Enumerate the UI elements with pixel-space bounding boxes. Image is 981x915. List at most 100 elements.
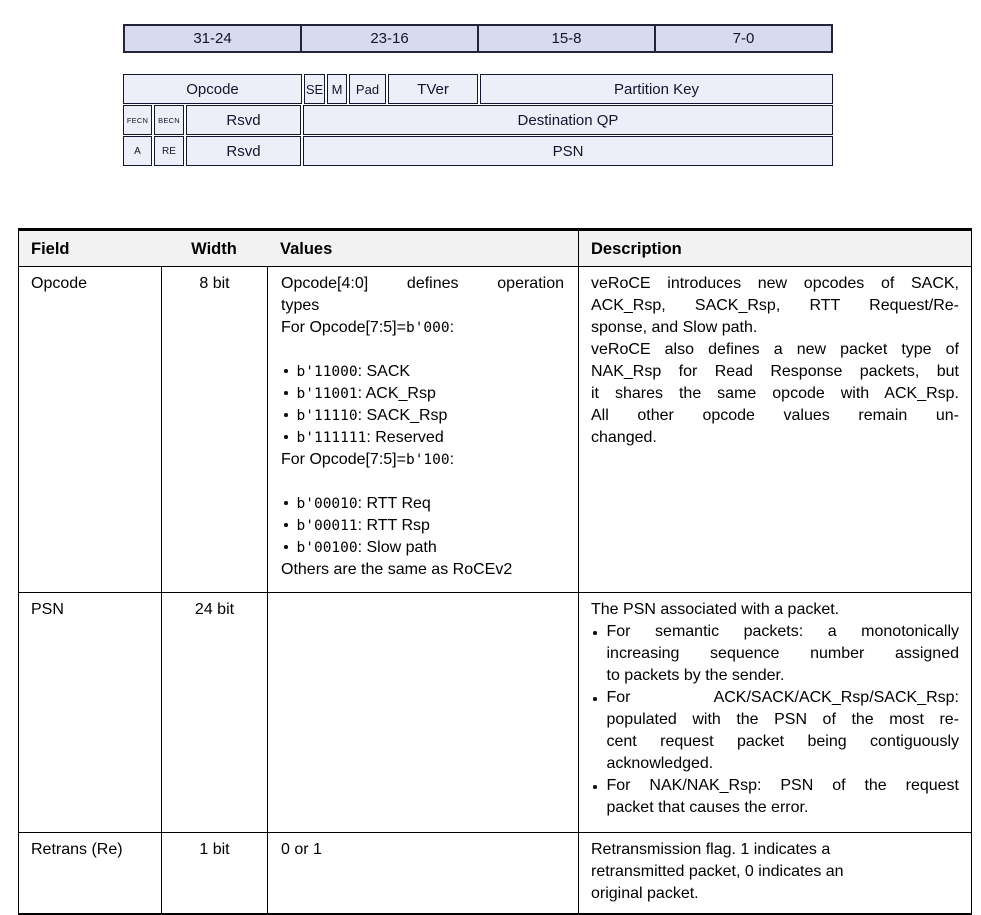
table-row-psn: PSN 24 bit The PSN associated with a pac… [19, 592, 971, 832]
cell-width-psn: 24 bit [161, 593, 267, 832]
packet-header-diagram: Opcode SE M Pad TVer Partition Key FECN … [123, 74, 833, 167]
field-fecn-cell: FECN [123, 105, 152, 135]
description-line: NAK_Rsp for Read Response packets, but [591, 363, 959, 380]
cell-description-psn: The PSN associated with a packet. For se… [578, 593, 971, 832]
opcode-binary-code: b'11000 [296, 364, 358, 380]
bit-range-23-16: 23-16 [300, 26, 477, 51]
bullet-dot [284, 369, 288, 373]
bullet-text: : Reserved [366, 429, 444, 446]
field-rsvd-cell-2: Rsvd [186, 136, 301, 166]
bullet-dot [593, 631, 597, 635]
bullet-text: : RTT Rsp [357, 517, 430, 534]
values-line: For Opcode[7:5]=b'000: [281, 317, 564, 339]
for-prefix: For Opcode[7:5]= [281, 451, 406, 468]
field-pad-cell: Pad [349, 74, 386, 104]
field-psn-cell: PSN [303, 136, 833, 166]
description-line: Retransmission flag. 1 indicates a [591, 841, 831, 858]
opcode-binary-code: b'11001 [296, 386, 358, 402]
field-opcode-cell: Opcode [123, 74, 302, 104]
table-row-retrans: Retrans (Re) 1 bit 0 or 1 Retransmission… [19, 832, 971, 913]
description-line: increasing sequence number assigned [606, 645, 960, 662]
bit-range-header: 31-24 23-16 15-8 7-0 [123, 24, 833, 53]
cell-description-opcode: veRoCE introduces new opcodes of SACK, A… [578, 267, 971, 592]
bit-range-31-24: 31-24 [193, 30, 232, 47]
packet-row-2: FECN BECN Rsvd Destination QP [123, 105, 833, 135]
bullet-dot [284, 545, 288, 549]
header-description: Description [578, 231, 971, 266]
cell-values-psn [267, 593, 578, 832]
bullet-text: : SACK_Rsp [357, 407, 448, 424]
description-line: For semantic packets: a monotonically [606, 623, 960, 640]
description-line: it shares the same opcode with ACK_Rsp. [591, 385, 959, 402]
bullet-text: : Slow path [357, 539, 437, 556]
opcode-binary-code: b'111111 [296, 430, 367, 446]
cell-width-retrans: 1 bit [161, 833, 267, 913]
opcode-binary-code: b'00100 [296, 540, 358, 556]
bullet-dot [284, 413, 288, 417]
description-line: For ACK/SACK/ACK_Rsp/SACK_Rsp: [606, 689, 960, 706]
bullet-dot [284, 391, 288, 395]
bullet-text: For ACK/SACK/ACK_Rsp/SACK_Rsp: populated… [607, 687, 960, 775]
field-re-cell: RE [154, 136, 184, 166]
opcode-binary-code: b'11110 [296, 408, 358, 424]
description-line: packet that causes the error. [606, 799, 809, 816]
for-prefix: For Opcode[7:5]= [281, 319, 406, 336]
field-becn-cell: BECN [154, 105, 184, 135]
field-rsvd-cell-1: Rsvd [186, 105, 301, 135]
values-line: Opcode[4:0] defines operation [281, 275, 564, 292]
field-partition-key-cell: Partition Key [480, 74, 833, 104]
bullet-text: : RTT Req [357, 495, 431, 512]
description-line: changed. [591, 429, 657, 446]
cell-field-psn: PSN [31, 601, 64, 618]
bullet-text: For semantic packets: a monotonically in… [607, 621, 960, 687]
packet-row-1: Opcode SE M Pad TVer Partition Key [123, 74, 833, 104]
document-page: 31-24 23-16 15-8 7-0 Opcode SE M Pad TVe… [0, 0, 981, 915]
values-bullet-item: b'11001: ACK_Rsp [281, 383, 564, 405]
opcode-binary-code: b'100 [405, 452, 450, 468]
opcode-binary-code: b'00010 [296, 496, 358, 512]
for-suffix: : [449, 451, 455, 468]
header-values: Values [280, 240, 333, 258]
values-bullet-item: b'00100: Slow path [281, 537, 564, 559]
bullet-text: : ACK_Rsp [357, 385, 436, 402]
bit-range-7-0: 7-0 [654, 26, 831, 51]
description-line: original packet. [591, 885, 699, 902]
header-width: Width [191, 240, 237, 258]
description-line: veRoCE also defines a new packet type of [591, 341, 959, 358]
field-description-table: Field Width Values Description Opcode 8 … [18, 228, 972, 915]
cell-values-opcode: Opcode[4:0] defines operation types For … [267, 267, 578, 592]
bullet-dot [593, 785, 597, 789]
packet-row-3: A RE Rsvd PSN [123, 136, 833, 166]
description-line: For NAK/NAK_Rsp: PSN of the request [606, 777, 960, 794]
table-row-opcode: Opcode 8 bit Opcode[4:0] defines operati… [19, 266, 971, 592]
field-tver-cell: TVer [388, 74, 478, 104]
description-line: to packets by the sender. [606, 667, 785, 684]
bullet-dot [284, 523, 288, 527]
opcode-binary-code: b'000 [405, 320, 450, 336]
cell-values-retrans: 0 or 1 [267, 833, 578, 913]
description-line: ACK_Rsp, SACK_Rsp, RTT Request/Re- [591, 297, 959, 314]
description-line: veRoCE introduces new opcodes of SACK, [591, 275, 959, 292]
field-m-cell: M [327, 74, 347, 104]
values-bullet-item: b'111111: Reserved [281, 427, 564, 449]
field-se-cell: SE [304, 74, 325, 104]
description-line: The PSN associated with a packet. [591, 601, 840, 618]
field-destination-qp-cell: Destination QP [303, 105, 833, 135]
description-line: All other opcode values remain un- [591, 407, 959, 424]
values-bullet-item: b'11110: SACK_Rsp [281, 405, 564, 427]
description-line: sponse, and Slow path. [591, 319, 758, 336]
description-line: populated with the PSN of the most re- [606, 711, 960, 728]
cell-description-retrans: Retransmission flag. 1 indicates a retra… [578, 833, 971, 913]
header-field: Field [31, 240, 70, 258]
field-a-cell: A [123, 136, 152, 166]
description-line: acknowledged. [606, 755, 714, 772]
values-bullet-item: b'00010: RTT Req [281, 493, 564, 515]
description-bullet-item: For NAK/NAK_Rsp: PSN of the request pack… [591, 775, 959, 819]
bullet-text: For NAK/NAK_Rsp: PSN of the request pack… [607, 775, 960, 819]
bit-range-15-8: 15-8 [477, 26, 654, 51]
description-line: cent request packet being contiguously [606, 733, 960, 750]
for-suffix: : [449, 319, 455, 336]
opcode-binary-code: b'00011 [296, 518, 358, 534]
